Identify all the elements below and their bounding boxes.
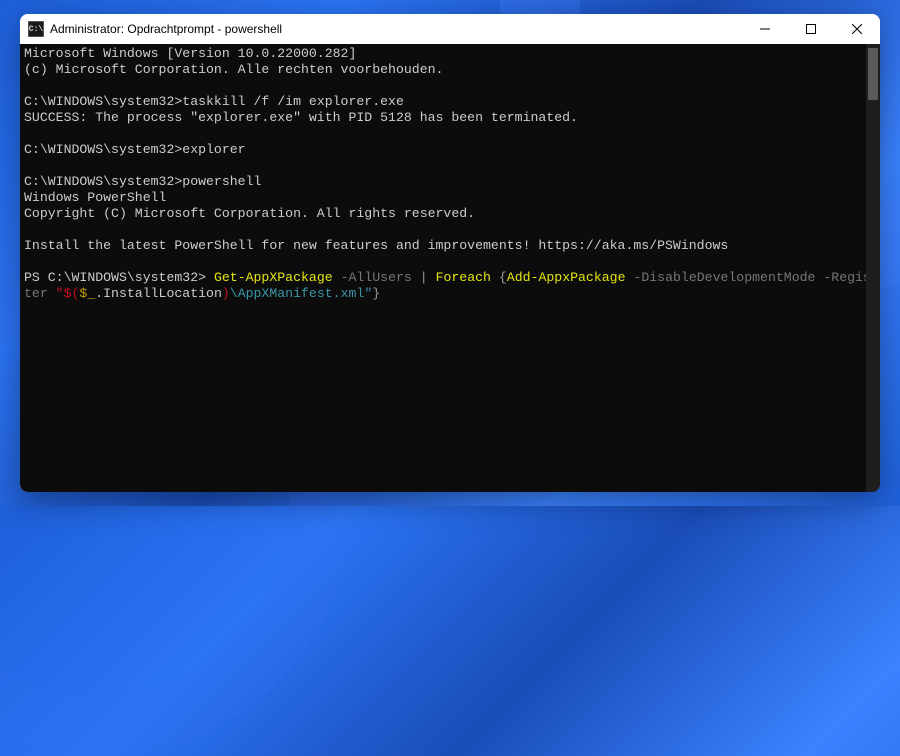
scrollbar-thumb[interactable] [868, 48, 878, 100]
ps-prompt-path: C:\WINDOWS\system32> [48, 270, 214, 285]
output-line: (c) Microsoft Corporation. Alle rechten … [24, 62, 443, 77]
output-line: SUCCESS: The process "explorer.exe" with… [24, 110, 578, 125]
output-line: Install the latest PowerShell for new fe… [24, 238, 728, 253]
output-line: Microsoft Windows [Version 10.0.22000.28… [24, 46, 356, 61]
close-button[interactable] [834, 14, 880, 44]
output-line: Copyright (C) Microsoft Corporation. All… [24, 206, 475, 221]
ps-cmdlet: Add-AppxPackage [507, 270, 626, 285]
ps-prompt-prefix: PS [24, 270, 48, 285]
ps-param: -AllUsers [333, 270, 420, 285]
ps-brace: { [499, 270, 507, 285]
output-line: Windows PowerShell [24, 190, 166, 205]
ps-variable: $_ [79, 286, 95, 301]
ps-cmdlet: Get-AppXPackage [214, 270, 333, 285]
prompt-path: C:\WINDOWS\system32> [24, 94, 182, 109]
window-controls [742, 14, 880, 44]
ps-string: \AppXManifest.xml" [230, 286, 372, 301]
terminal-area[interactable]: Microsoft Windows [Version 10.0.22000.28… [20, 44, 880, 492]
ps-string: "$( [56, 286, 80, 301]
scrollbar-track[interactable] [866, 44, 880, 492]
command-text: powershell [182, 174, 261, 189]
terminal-content[interactable]: Microsoft Windows [Version 10.0.22000.28… [20, 44, 880, 492]
titlebar[interactable]: C:\ Administrator: Opdrachtprompt - powe… [20, 14, 880, 44]
command-text: taskkill /f /im explorer.exe [182, 94, 404, 109]
prompt-path: C:\WINDOWS\system32> [24, 142, 182, 157]
ps-property: .InstallLocation [95, 286, 222, 301]
window-title: Administrator: Opdrachtprompt - powershe… [50, 22, 742, 36]
ps-string: ) [222, 286, 230, 301]
maximize-button[interactable] [788, 14, 834, 44]
cmd-icon: C:\ [28, 21, 44, 37]
prompt-path: C:\WINDOWS\system32> [24, 174, 182, 189]
ps-brace: } [372, 286, 380, 301]
command-text: explorer [182, 142, 245, 157]
ps-pipe: | [420, 270, 436, 285]
terminal-window: C:\ Administrator: Opdrachtprompt - powe… [20, 14, 880, 492]
ps-cmdlet: Foreach [436, 270, 499, 285]
minimize-button[interactable] [742, 14, 788, 44]
